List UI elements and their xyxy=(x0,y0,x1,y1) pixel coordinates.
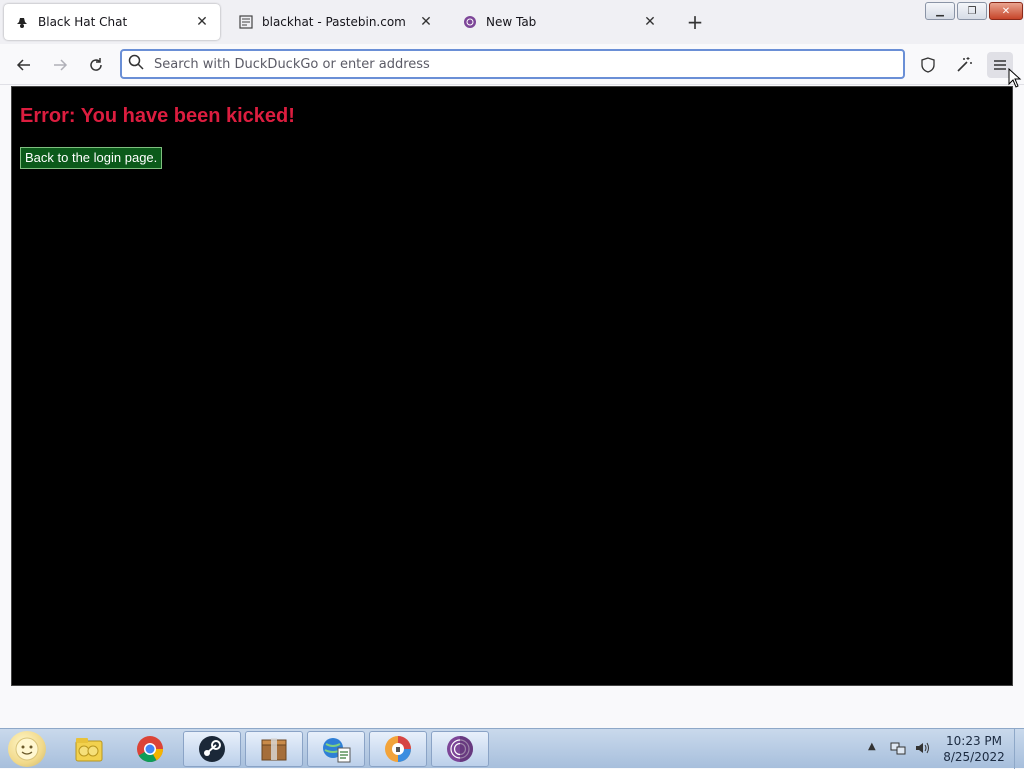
tray-expand-icon[interactable]: ▲ xyxy=(868,741,876,752)
magic-wand-icon[interactable] xyxy=(951,52,977,78)
close-tab-icon[interactable]: ✕ xyxy=(194,14,210,30)
volume-icon[interactable] xyxy=(914,740,930,760)
page-viewport: Error: You have been kicked! Back to the… xyxy=(11,86,1013,686)
clock-date: 8/25/2022 xyxy=(943,750,1005,764)
tor-browser-icon[interactable] xyxy=(431,731,489,767)
start-button[interactable] xyxy=(8,731,46,767)
navigation-toolbar xyxy=(0,44,1024,85)
browser-window: Black Hat Chat ✕ blackhat - Pastebin.com… xyxy=(0,0,1024,728)
minimize-button[interactable]: ▁ xyxy=(925,2,955,20)
taskbar: ▲ 10:23 PM 8/25/2022 xyxy=(0,728,1024,769)
shield-icon[interactable] xyxy=(915,52,941,78)
chrome-icon[interactable] xyxy=(121,731,179,767)
back-arrow-icon[interactable] xyxy=(11,52,37,78)
tab-new-tab[interactable]: New Tab ✕ xyxy=(452,4,668,40)
close-tab-icon[interactable]: ✕ xyxy=(418,14,434,30)
network-tray-icon[interactable] xyxy=(890,740,906,760)
reload-icon[interactable] xyxy=(83,52,109,78)
new-tab-plus-icon[interactable]: + xyxy=(684,12,706,34)
archive-icon[interactable] xyxy=(245,731,303,767)
search-icon xyxy=(128,54,144,74)
restore-button[interactable]: ❐ xyxy=(957,2,987,20)
steam-icon[interactable] xyxy=(183,731,241,767)
tab-pastebin[interactable]: blackhat - Pastebin.com ✕ xyxy=(228,4,444,40)
tab-title: Black Hat Chat xyxy=(38,15,128,29)
show-desktop-button[interactable] xyxy=(1014,729,1024,769)
file-explorer-icon[interactable] xyxy=(60,731,118,767)
system-clock[interactable]: 10:23 PM 8/25/2022 xyxy=(938,733,1010,765)
privacy-browser-icon[interactable] xyxy=(369,731,427,767)
mouse-cursor-icon xyxy=(1008,67,1022,88)
forward-arrow-icon[interactable] xyxy=(47,52,73,78)
error-heading: Error: You have been kicked! xyxy=(20,105,295,127)
network-icon[interactable] xyxy=(307,731,365,767)
tab-strip: Black Hat Chat ✕ blackhat - Pastebin.com… xyxy=(0,0,1024,44)
search-input[interactable] xyxy=(154,56,903,72)
spy-hat-icon xyxy=(14,14,30,30)
address-bar[interactable] xyxy=(120,49,905,79)
back-to-login-button[interactable]: Back to the login page. xyxy=(20,147,163,169)
clock-time: 10:23 PM xyxy=(946,734,1002,748)
window-close-button[interactable]: ✕ xyxy=(989,2,1023,20)
tab-title: New Tab xyxy=(486,15,537,29)
close-tab-icon[interactable]: ✕ xyxy=(642,14,658,30)
tab-title: blackhat - Pastebin.com xyxy=(262,15,406,29)
tor-browser-icon xyxy=(462,14,478,30)
tab-black-hat-chat[interactable]: Black Hat Chat ✕ xyxy=(4,4,220,40)
pastebin-icon xyxy=(238,14,254,30)
